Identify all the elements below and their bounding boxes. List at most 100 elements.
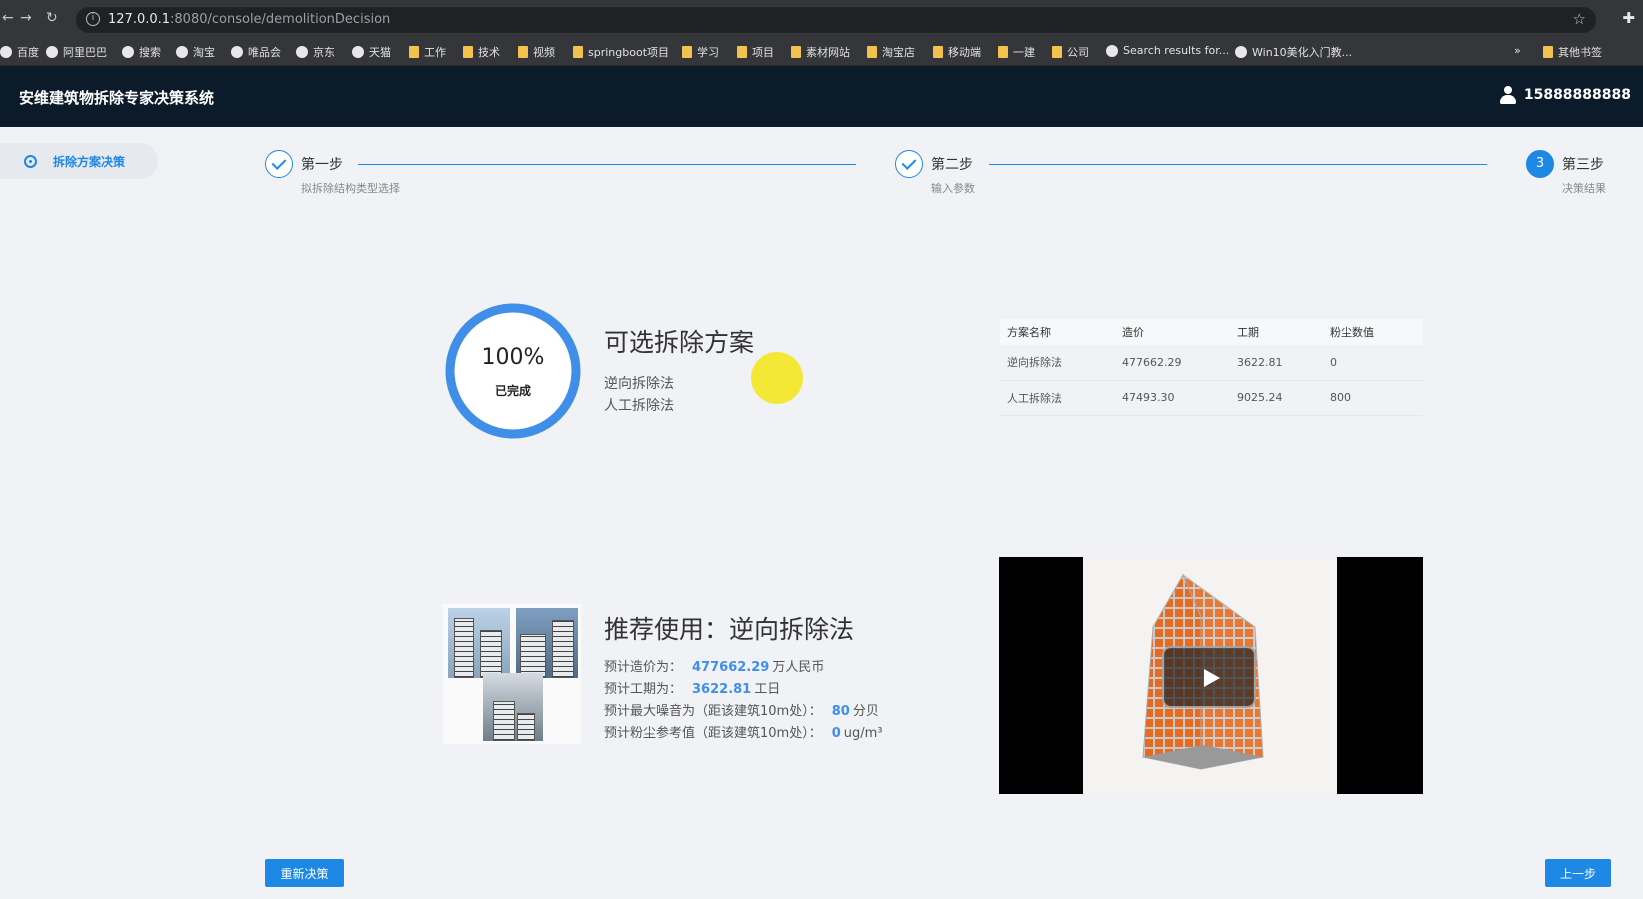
step-2-desc: 输入参数 bbox=[931, 182, 975, 195]
table-cell: 800 bbox=[1323, 380, 1423, 416]
table-cell: 0 bbox=[1323, 345, 1423, 381]
bookmark-label: 移动端 bbox=[948, 46, 981, 59]
bookmark-item[interactable]: 搜索 bbox=[122, 44, 161, 60]
back-icon[interactable]: ← bbox=[2, 10, 14, 26]
step-3-number: 3 bbox=[1526, 150, 1554, 178]
sidebar: 拆除方案决策 bbox=[0, 127, 175, 899]
building-photo bbox=[516, 608, 578, 678]
forward-icon[interactable]: → bbox=[20, 10, 32, 26]
info-icon[interactable]: i bbox=[86, 12, 100, 26]
bookmark-item[interactable]: 技术 bbox=[463, 44, 500, 60]
address-bar[interactable]: i 127.0.0.1:8080/console/demolitionDecis… bbox=[76, 7, 1596, 33]
bookmark-label: 淘宝店 bbox=[882, 46, 915, 59]
cursor-highlight bbox=[751, 352, 803, 404]
bookmark-label: 工作 bbox=[424, 46, 446, 59]
folder-icon bbox=[682, 46, 692, 58]
bookmark-label: 一建 bbox=[1013, 46, 1035, 59]
globe-icon bbox=[122, 46, 134, 58]
bookmark-item[interactable]: springboot项目 bbox=[573, 44, 669, 60]
folder-icon bbox=[463, 46, 473, 58]
star-icon[interactable]: ☆ bbox=[1573, 10, 1586, 28]
table-cell: 3622.81 bbox=[1230, 345, 1323, 381]
table-header: 方案名称 bbox=[1000, 319, 1115, 345]
bookmark-label: 京东 bbox=[313, 46, 335, 59]
bookmark-label: 素材网站 bbox=[806, 46, 850, 59]
bookmark-item[interactable]: 天猫 bbox=[352, 44, 391, 60]
estimate-duration: 预计工期为： 3622.81 工日 bbox=[604, 682, 781, 697]
bookmark-item[interactable]: 京东 bbox=[296, 44, 335, 60]
bookmark-label: 其他书签 bbox=[1558, 46, 1602, 59]
bookmark-item[interactable]: 项目 bbox=[737, 44, 774, 60]
play-button[interactable] bbox=[1162, 646, 1256, 708]
table-header-row: 方案名称 造价 工期 粉尘数值 bbox=[1000, 319, 1423, 345]
redo-decision-button[interactable]: 重新决策 bbox=[265, 859, 344, 887]
globe-icon bbox=[0, 46, 12, 58]
extensions-icon[interactable]: ✚ bbox=[1622, 9, 1635, 27]
step-1-check-icon bbox=[265, 150, 293, 178]
table-header: 造价 bbox=[1115, 319, 1230, 345]
bookmark-item[interactable]: 素材网站 bbox=[791, 44, 850, 60]
bookmarks-more-icon[interactable]: » bbox=[1514, 44, 1521, 57]
table-cell: 人工拆除法 bbox=[1000, 380, 1115, 416]
bookmark-label: 搜索 bbox=[139, 46, 161, 59]
progress-percent: 100% bbox=[481, 345, 545, 370]
sidebar-item-label: 拆除方案决策 bbox=[53, 154, 126, 169]
bookmark-item[interactable]: 一建 bbox=[998, 44, 1035, 60]
bookmark-item[interactable]: 阿里巴巴 bbox=[46, 44, 107, 60]
url-text: 127.0.0.1:8080/console/demolitionDecisio… bbox=[108, 12, 391, 27]
building-photos bbox=[443, 604, 581, 744]
bookmark-item[interactable]: Search results for... bbox=[1106, 44, 1229, 57]
step-connector bbox=[989, 164, 1487, 165]
globe-icon bbox=[352, 46, 364, 58]
sidebar-item-demolition-decision[interactable]: 拆除方案决策 bbox=[0, 143, 158, 179]
reload-icon[interactable]: ↻ bbox=[46, 10, 58, 26]
bookmark-item[interactable]: 百度 bbox=[0, 44, 39, 60]
table-row: 逆向拆除法 477662.29 3622.81 0 bbox=[1000, 345, 1423, 381]
username: 15888888888 bbox=[1523, 87, 1631, 103]
bookmark-item[interactable]: 淘宝店 bbox=[867, 44, 915, 60]
bookmark-item[interactable]: 工作 bbox=[409, 44, 446, 60]
step-connector bbox=[358, 164, 856, 165]
recommendation-title: 推荐使用：逆向拆除法 bbox=[604, 615, 855, 644]
bookmark-item[interactable]: 公司 bbox=[1052, 44, 1089, 60]
app-header: 安维建筑物拆除专家决策系统 15888888888 bbox=[0, 66, 1643, 127]
globe-icon bbox=[1235, 46, 1247, 58]
bookmark-item[interactable]: 淘宝 bbox=[176, 44, 215, 60]
folder-icon bbox=[998, 46, 1008, 58]
globe-icon bbox=[1106, 44, 1118, 57]
bookmark-item[interactable]: 视频 bbox=[518, 44, 555, 60]
bookmark-item[interactable]: 唯品会 bbox=[231, 44, 281, 60]
bookmark-label: Search results for... bbox=[1123, 44, 1230, 57]
folder-icon bbox=[1052, 46, 1062, 58]
estimate-noise: 预计最大噪音为（距该建筑10m处）： 80 分贝 bbox=[604, 704, 879, 719]
bookmark-item[interactable]: 学习 bbox=[682, 44, 719, 60]
other-bookmarks[interactable]: 其他书签 bbox=[1543, 44, 1602, 60]
bookmark-item[interactable]: Win10美化入门教... bbox=[1235, 44, 1352, 60]
folder-icon bbox=[791, 46, 801, 58]
main-content: 第一步 拟拆除结构类型选择 第二步 输入参数 3 第三步 决策结果 100% 已… bbox=[175, 127, 1643, 899]
folder-icon bbox=[1543, 46, 1553, 58]
browser-toolbar: ← → ↻ i 127.0.0.1:8080/console/demolitio… bbox=[0, 0, 1643, 38]
user-menu[interactable]: 15888888888 bbox=[1499, 86, 1631, 104]
bookmark-label: 淘宝 bbox=[193, 46, 215, 59]
previous-step-button[interactable]: 上一步 bbox=[1545, 859, 1611, 887]
step-2-check-icon bbox=[895, 150, 923, 178]
building-photo bbox=[448, 608, 510, 678]
step-1-title: 第一步 bbox=[301, 157, 343, 173]
demolition-video[interactable] bbox=[999, 557, 1423, 794]
folder-icon bbox=[518, 46, 528, 58]
folder-icon bbox=[573, 46, 583, 58]
globe-icon bbox=[231, 46, 243, 58]
step-2-title: 第二步 bbox=[931, 157, 973, 173]
step-1-desc: 拟拆除结构类型选择 bbox=[301, 182, 400, 195]
bookmark-label: 视频 bbox=[533, 46, 555, 59]
bookmark-label: 公司 bbox=[1067, 46, 1089, 59]
table-header: 粉尘数值 bbox=[1323, 319, 1423, 345]
bookmark-label: 学习 bbox=[697, 46, 719, 59]
app-title: 安维建筑物拆除专家决策系统 bbox=[19, 89, 215, 107]
globe-icon bbox=[176, 46, 188, 58]
bookmark-item[interactable]: 移动端 bbox=[933, 44, 981, 60]
options-list: 逆向拆除法 人工拆除法 bbox=[604, 373, 674, 417]
bookmark-label: 项目 bbox=[752, 46, 774, 59]
bookmark-label: 技术 bbox=[478, 46, 500, 59]
